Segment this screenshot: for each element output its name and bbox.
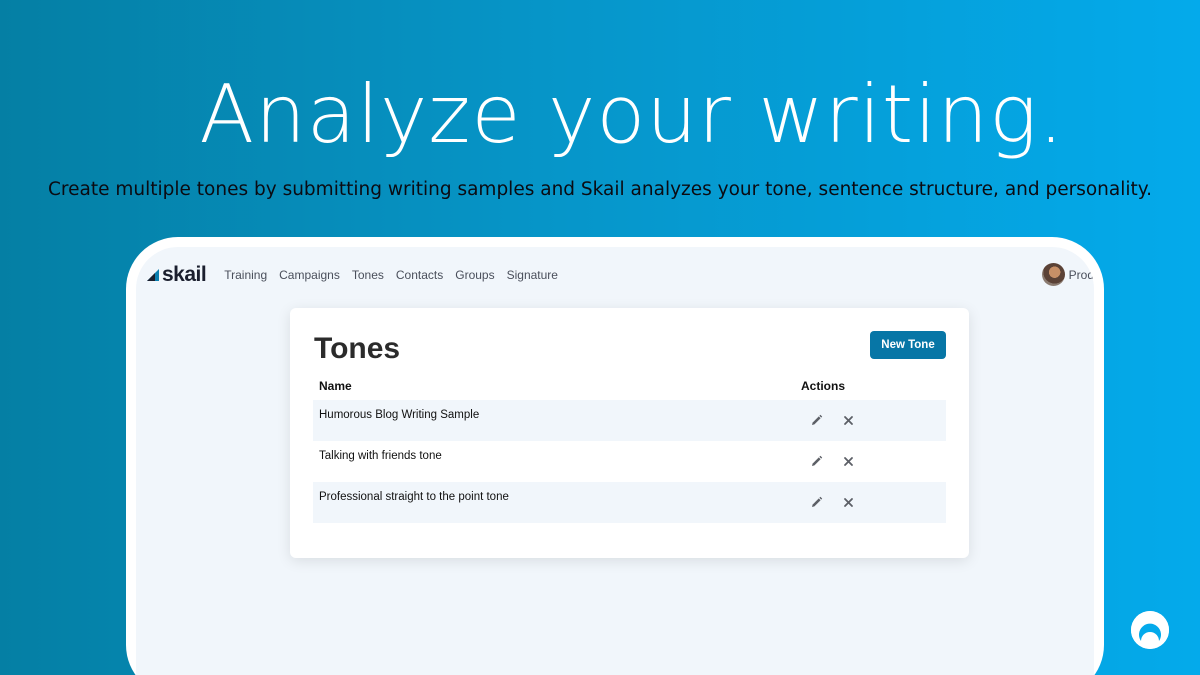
- nav-campaigns[interactable]: Campaigns: [279, 268, 340, 282]
- close-icon[interactable]: [840, 453, 856, 469]
- app-screen: skail Training Campaigns Tones Contacts …: [136, 247, 1094, 675]
- tone-name: Professional straight to the point tone: [319, 491, 509, 503]
- column-header-actions: Actions: [801, 379, 846, 393]
- profile-name[interactable]: Prod: [1069, 268, 1094, 282]
- logo-text: skail: [162, 263, 207, 286]
- nav-training[interactable]: Training: [224, 268, 267, 282]
- nav-tones[interactable]: Tones: [352, 268, 384, 282]
- table-row: Humorous Blog Writing Sample: [313, 400, 946, 441]
- pencil-icon[interactable]: [808, 412, 824, 428]
- tones-card: Tones New Tone Name Actions Humorous Blo…: [290, 308, 969, 558]
- nav-contacts[interactable]: Contacts: [396, 268, 443, 282]
- close-icon[interactable]: [840, 412, 856, 428]
- skail-logo-icon: [147, 269, 159, 281]
- hero-subtitle: Create multiple tones by submitting writ…: [48, 179, 1152, 200]
- skail-logo[interactable]: skail: [146, 263, 207, 287]
- nav-signature[interactable]: Signature: [507, 268, 558, 282]
- hero-title: Analyze your writing.: [199, 68, 1065, 161]
- tone-name: Humorous Blog Writing Sample: [319, 409, 480, 421]
- avatar[interactable]: [1041, 263, 1065, 286]
- table-row: Professional straight to the point tone: [313, 482, 946, 523]
- page-title: Tones: [314, 332, 401, 365]
- pencil-icon[interactable]: [808, 453, 824, 469]
- nav-groups[interactable]: Groups: [455, 268, 494, 282]
- top-nav: skail Training Campaigns Tones Contacts …: [146, 259, 570, 291]
- table-row: Talking with friends tone: [313, 441, 946, 482]
- new-tone-button[interactable]: New Tone: [870, 331, 946, 359]
- pencil-icon[interactable]: [808, 494, 824, 510]
- brand-badge-icon: [1131, 611, 1169, 649]
- tone-name: Talking with friends tone: [319, 450, 442, 462]
- device-frame: skail Training Campaigns Tones Contacts …: [126, 237, 1104, 675]
- column-header-name: Name: [319, 379, 352, 393]
- profile-menu[interactable]: Prod: [1041, 263, 1094, 286]
- close-icon[interactable]: [840, 494, 856, 510]
